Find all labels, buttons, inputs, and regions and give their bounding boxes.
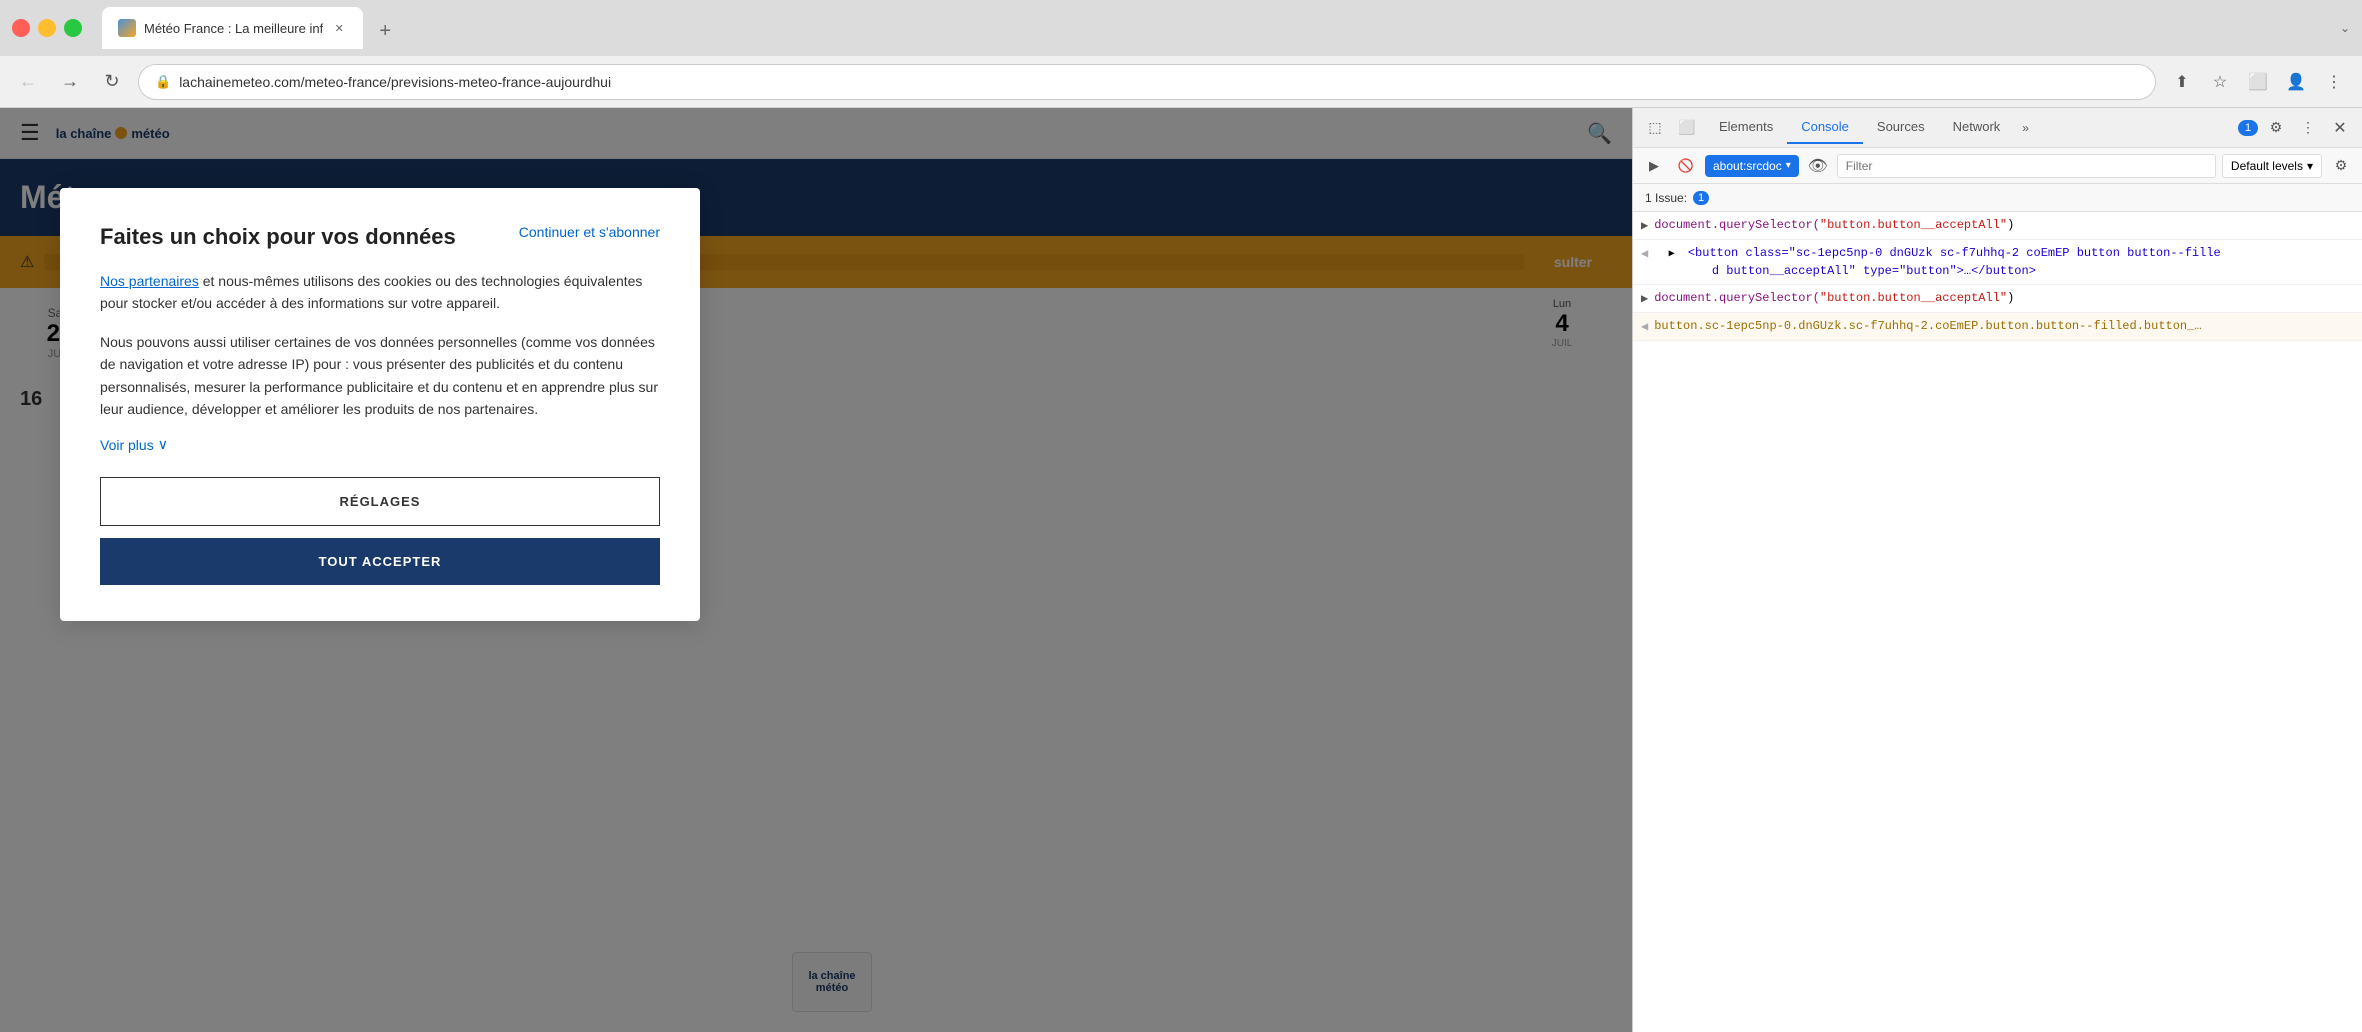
menu-icon[interactable]: ⋮ [2318,66,2350,98]
devtools-close-button[interactable]: ✕ [2326,114,2354,142]
issues-bar: 1 Issue: 1 [1633,184,2362,212]
console-output: ▶ document.querySelector("button.button_… [1633,212,2362,1032]
console-line-4[interactable]: ◀ button.sc-1epc5np-0.dnGUzk.sc-f7uhhq-2… [1633,313,2362,341]
voir-plus-link[interactable]: Voir plus ∨ [100,436,660,453]
eye-icon[interactable]: 👁 [1805,153,1831,179]
expand-tri-2[interactable] [1669,244,1681,262]
modal-title: Faites un choix pour vos données [100,224,456,250]
devtools-action-icons: 1 ⚙ ⋮ ✕ [2238,114,2354,142]
cursor-icon[interactable]: ⬚ [1641,114,1669,142]
issues-badge: 1 [2238,120,2258,136]
modal-paragraph-1: Nos partenaires et nous-mêmes utilisons … [100,270,660,315]
console-text-3: document.querySelector("button.button__a… [1654,289,2354,307]
close-button[interactable] [12,19,30,37]
browser-toolbar: ← → ↻ 🔒 lachainemeteo.com/meteo-france/p… [0,56,2362,108]
partners-link[interactable]: Nos partenaires [100,273,199,289]
tab-console[interactable]: Console [1787,111,1863,144]
tab-network[interactable]: Network [1939,111,2015,144]
traffic-lights [12,19,82,37]
tab-close-button[interactable]: ✕ [331,20,347,36]
run-icon[interactable]: ▶ [1641,153,1667,179]
accept-button[interactable]: TOUT ACCEPTER [100,538,660,585]
browser-window: Météo France : La meilleure inf ✕ + ⌄ ← … [0,0,2362,1032]
console-text-2: <button class="sc-1epc5np-0 dnGUzk sc-f7… [1654,244,2354,280]
cookie-modal: Faites un choix pour vos données Continu… [60,188,700,621]
settings-button[interactable]: RÉGLAGES [100,477,660,526]
console-text-1: document.querySelector("button.button__a… [1654,216,2354,234]
title-bar: Météo France : La meilleure inf ✕ + ⌄ [0,0,2362,56]
console-text-4: button.sc-1epc5np-0.dnGUzk.sc-f7uhhq-2.c… [1654,317,2354,335]
tab-sources[interactable]: Sources [1863,111,1939,144]
back-arrow-2: ◀ [1641,244,1648,261]
share-icon[interactable]: ⬆ [2166,66,2198,98]
back-button[interactable]: ← [12,66,44,98]
main-content: ☰ la chaîne météo 🔍 Mét ⚠ sulter Sam 2 [0,108,2362,1032]
device-icon[interactable]: ⬜ [1673,114,1701,142]
devtools-more-icon[interactable]: ⋮ [2294,114,2322,142]
expand-arrow-1[interactable]: ▶ [1641,216,1648,233]
tabs-area: Météo France : La meilleure inf ✕ + [102,7,2328,49]
bookmark-icon[interactable]: ☆ [2204,66,2236,98]
modal-backdrop: Faites un choix pour vos données Continu… [0,108,1632,1032]
expand-arrow-3[interactable]: ▶ [1641,289,1648,306]
forward-button[interactable]: → [54,66,86,98]
modal-header: Faites un choix pour vos données Continu… [100,224,660,250]
console-toolbar: ▶ 🚫 about:srcdoc ▾ 👁 Default levels ▾ ⚙ [1633,148,2362,184]
devtools-toolbar: ⬚ ⬜ Elements Console Sources Network » 1… [1633,108,2362,148]
devtools-panel: ⬚ ⬜ Elements Console Sources Network » 1… [1632,108,2362,1032]
devtools-tabs: Elements Console Sources Network » [1705,111,2234,144]
profile-icon[interactable]: 👤 [2280,66,2312,98]
lock-icon: 🔒 [155,74,171,90]
active-tab[interactable]: Météo France : La meilleure inf ✕ [102,7,363,49]
address-bar[interactable]: 🔒 lachainemeteo.com/meteo-france/previsi… [138,64,2156,100]
clear-console-icon[interactable]: 🚫 [1673,153,1699,179]
issues-label: 1 Issue: [1645,191,1687,205]
url-text: lachainemeteo.com/meteo-france/prevision… [179,74,2139,90]
continue-link[interactable]: Continuer et s'abonner [519,224,660,240]
console-line-2[interactable]: ◀ <button class="sc-1epc5np-0 dnGUzk sc-… [1633,240,2362,285]
modal-body: Nos partenaires et nous-mêmes utilisons … [100,270,660,420]
tab-expand-button[interactable]: ⌄ [2340,21,2350,35]
reader-view-icon[interactable]: ⬜ [2242,66,2274,98]
context-arrow-icon: ▾ [1786,160,1791,171]
modal-paragraph-2: Nous pouvons aussi utiliser certaines de… [100,331,660,421]
devtools-settings-icon[interactable]: ⚙ [2262,114,2290,142]
maximize-button[interactable] [64,19,82,37]
tab-favicon [118,19,136,37]
toolbar-actions: ⬆ ☆ ⬜ 👤 ⋮ [2166,66,2350,98]
context-selector[interactable]: about:srcdoc ▾ [1705,155,1799,177]
console-settings-icon[interactable]: ⚙ [2328,153,2354,179]
tab-elements[interactable]: Elements [1705,111,1787,144]
levels-arrow-icon: ▾ [2307,159,2313,173]
filter-input[interactable] [1837,154,2216,178]
levels-selector[interactable]: Default levels ▾ [2222,154,2322,178]
new-tab-button[interactable]: + [367,13,403,49]
more-tabs-button[interactable]: » [2014,117,2037,139]
website-area: ☰ la chaîne météo 🔍 Mét ⚠ sulter Sam 2 [0,108,1632,1032]
reload-button[interactable]: ↻ [96,66,128,98]
console-line-1[interactable]: ▶ document.querySelector("button.button_… [1633,212,2362,240]
issue-count-badge: 1 [1693,191,1709,205]
console-line-3[interactable]: ▶ document.querySelector("button.button_… [1633,285,2362,313]
minimize-button[interactable] [38,19,56,37]
back-arrow-4: ◀ [1641,317,1648,334]
tab-title: Météo France : La meilleure inf [144,21,323,36]
